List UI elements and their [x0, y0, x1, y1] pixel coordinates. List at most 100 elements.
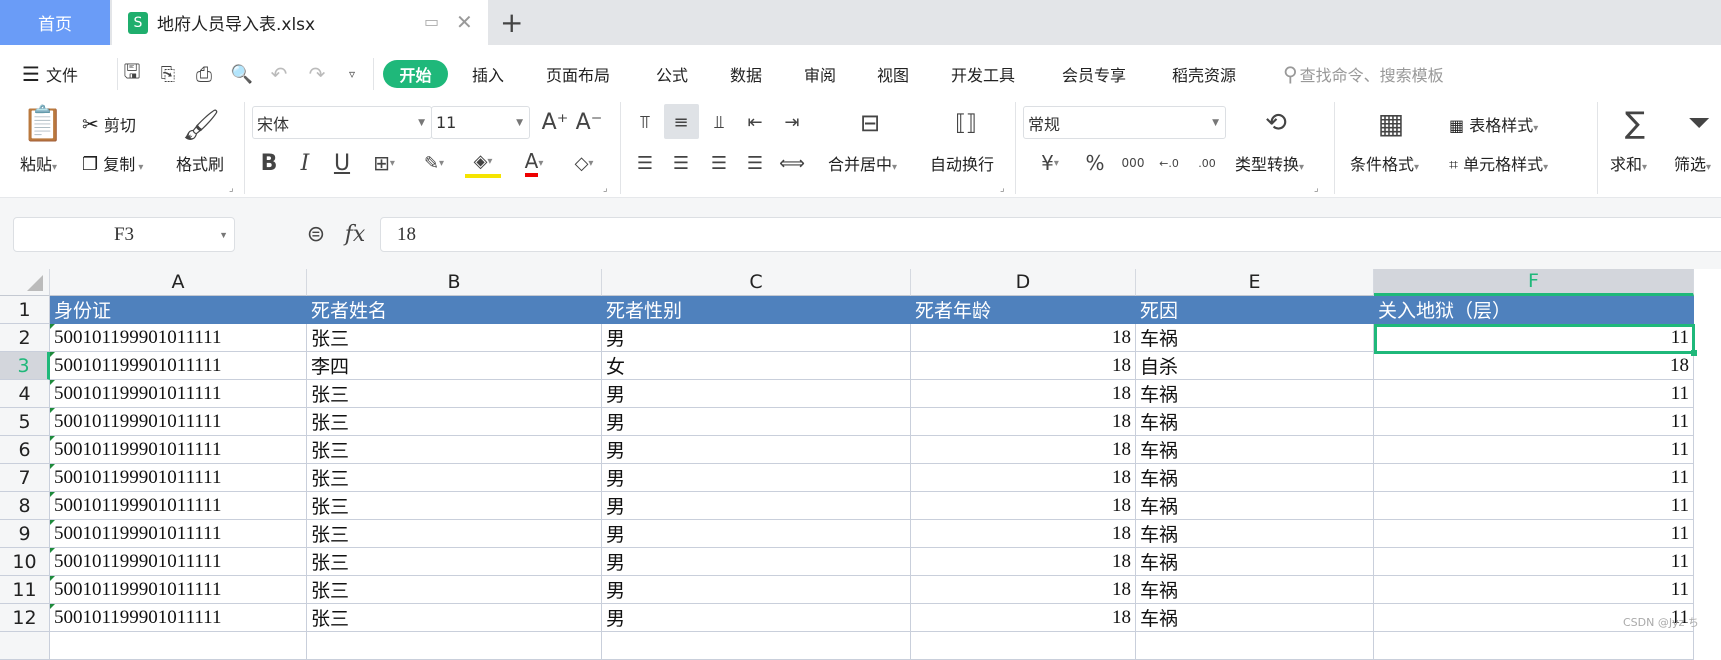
decrease-indent-icon[interactable]: ⇤	[742, 106, 768, 138]
align-center-icon[interactable]: ☰	[668, 148, 694, 178]
tab-developer[interactable]: 开发工具	[951, 58, 1015, 90]
format-painter-icon[interactable]: 🖌	[182, 104, 220, 146]
cell[interactable]: 男	[602, 324, 911, 352]
cell[interactable]: 车祸	[1136, 408, 1374, 436]
alignment-expand-icon[interactable]: ⌟	[1000, 183, 1005, 194]
command-search[interactable]: ⚲ 查找命令、搜索模板	[1283, 58, 1444, 90]
row-header[interactable]: 11	[0, 576, 50, 604]
cell[interactable]: 18	[911, 464, 1136, 492]
cell[interactable]: 自杀	[1136, 352, 1374, 380]
clipboard-expand-icon[interactable]: ⌟	[229, 183, 234, 194]
align-left-icon[interactable]: ☰	[632, 148, 658, 178]
tab-data[interactable]: 数据	[730, 58, 762, 90]
wrap-text-button[interactable]: 自动换行	[930, 151, 994, 175]
cell[interactable]: 11	[1374, 492, 1694, 520]
cell[interactable]: 18	[911, 324, 1136, 352]
cell[interactable]: 女	[602, 352, 911, 380]
format-painter-button[interactable]: 格式刷	[176, 151, 224, 175]
number-expand-icon[interactable]: ⌟	[1314, 183, 1319, 194]
cell[interactable]: 500101199901011111	[50, 548, 307, 576]
currency-button[interactable]: ¥ ▾	[1032, 148, 1068, 178]
tab-formulas[interactable]: 公式	[656, 58, 688, 90]
cell[interactable]: 车祸	[1136, 324, 1374, 352]
cell[interactable]: 500101199901011111	[50, 520, 307, 548]
insert-function-button[interactable]: fx	[340, 219, 370, 249]
cell[interactable]: 11	[1374, 576, 1694, 604]
tab-member[interactable]: 会员专享	[1062, 58, 1126, 90]
merge-center-icon[interactable]: ⊟	[853, 106, 887, 140]
cell[interactable]: 18	[911, 380, 1136, 408]
cell[interactable]: 18	[911, 548, 1136, 576]
cell[interactable]: 18	[1374, 352, 1694, 380]
undo-icon[interactable]: ↶	[266, 60, 292, 88]
cell[interactable]: 车祸	[1136, 604, 1374, 632]
increase-font-icon[interactable]: A⁺	[540, 106, 570, 139]
row-header[interactable]: 4	[0, 380, 50, 408]
cell[interactable]: 500101199901011111	[50, 464, 307, 492]
column-header-a[interactable]: A	[50, 269, 307, 296]
filter-button[interactable]: 筛选▾	[1674, 151, 1711, 175]
cell[interactable]	[1374, 632, 1694, 660]
row-header[interactable]: 9	[0, 520, 50, 548]
header-cell[interactable]: 死者年龄	[911, 296, 1136, 324]
cell[interactable]: 11	[1374, 436, 1694, 464]
merge-center-button[interactable]: 合并居中▾	[828, 151, 897, 175]
column-header-e[interactable]: E	[1136, 269, 1374, 296]
cell[interactable]: 18	[911, 576, 1136, 604]
cut-button[interactable]: ✂ 剪切	[82, 112, 136, 136]
cell[interactable]: 车祸	[1136, 576, 1374, 604]
column-header-d[interactable]: D	[911, 269, 1136, 296]
cell[interactable]: 男	[602, 436, 911, 464]
font-expand-icon[interactable]: ⌟	[603, 183, 608, 194]
align-middle-icon[interactable]: ≡	[668, 106, 694, 138]
tab-page-layout[interactable]: 页面布局	[546, 58, 610, 90]
underline-button[interactable]: U	[329, 148, 355, 178]
cell[interactable]: 车祸	[1136, 380, 1374, 408]
decrease-decimal-button[interactable]: .00	[1192, 148, 1222, 178]
column-header-b[interactable]: B	[307, 269, 602, 296]
fill-color-icon[interactable]: ◈ ▾	[465, 148, 501, 178]
increase-decimal-button[interactable]: ←.0	[1154, 148, 1184, 178]
print-preview-icon[interactable]: 🔍	[229, 60, 255, 88]
row-header[interactable]: 3	[0, 352, 50, 380]
cell-style-button[interactable]: ⌗ 单元格样式▾	[1449, 151, 1548, 175]
file-menu[interactable]: ☰ 文件	[22, 58, 78, 90]
cell[interactable]: 男	[602, 492, 911, 520]
row-header[interactable]: 5	[0, 408, 50, 436]
cell[interactable]: 11	[1374, 548, 1694, 576]
cell[interactable]: 男	[602, 520, 911, 548]
distributed-icon[interactable]: ⟺	[779, 148, 805, 178]
paste-icon[interactable]: 📋	[22, 104, 64, 144]
tab-home[interactable]: 首页	[0, 0, 110, 45]
row-header[interactable]: 2	[0, 324, 50, 352]
cell[interactable]: 18	[911, 408, 1136, 436]
tab-insert[interactable]: 插入	[472, 58, 504, 90]
header-cell[interactable]: 死者性别	[602, 296, 911, 324]
zoom-formula-icon[interactable]: ⊜	[302, 219, 330, 249]
more-quick-access-icon[interactable]: ▿	[342, 60, 362, 88]
pin-icon[interactable]: ▭	[424, 12, 439, 31]
cell[interactable]: 男	[602, 380, 911, 408]
cell[interactable]: 张三	[307, 380, 602, 408]
column-header-f[interactable]: F	[1374, 269, 1694, 296]
select-all-corner[interactable]	[0, 269, 50, 296]
cell[interactable]: 张三	[307, 576, 602, 604]
tab-review[interactable]: 审阅	[804, 58, 836, 90]
header-cell[interactable]: 身份证	[50, 296, 307, 324]
cell[interactable]: 18	[911, 352, 1136, 380]
cell[interactable]: 500101199901011111	[50, 352, 307, 380]
increase-indent-icon[interactable]: ⇥	[779, 106, 805, 138]
cell[interactable]: 车祸	[1136, 464, 1374, 492]
cell[interactable]: 张三	[307, 520, 602, 548]
cell[interactable]: 李四	[307, 352, 602, 380]
cell[interactable]: 张三	[307, 492, 602, 520]
header-cell[interactable]: 死因	[1136, 296, 1374, 324]
header-cell[interactable]: 关入地狱（层）	[1374, 296, 1694, 324]
tab-docer[interactable]: 稻壳资源	[1172, 58, 1236, 90]
cell[interactable]	[911, 632, 1136, 660]
redo-icon[interactable]: ↷	[304, 60, 330, 88]
cell[interactable]: 500101199901011111	[50, 604, 307, 632]
cell[interactable]: 男	[602, 464, 911, 492]
borders-icon[interactable]: ⊞ ▾	[366, 148, 402, 178]
name-box[interactable]: F3 ▼	[13, 217, 235, 252]
